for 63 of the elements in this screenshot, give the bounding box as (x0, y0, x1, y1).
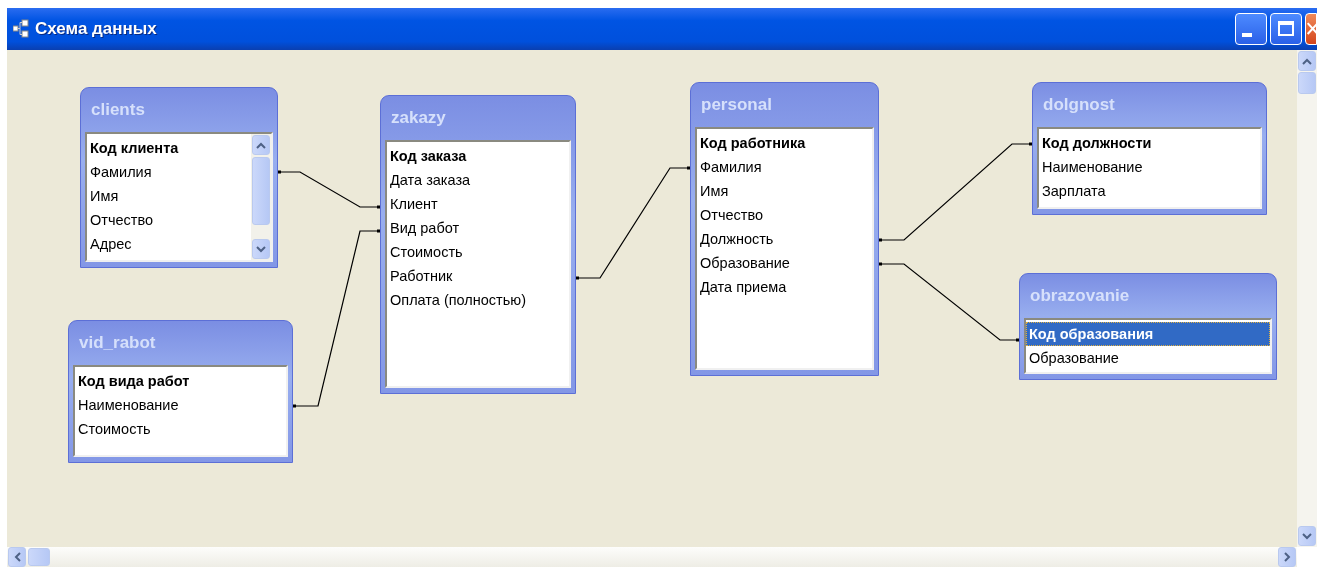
table-title: personal (700, 94, 773, 117)
field-item[interactable]: Код работника (697, 131, 872, 155)
field-item[interactable]: Вид работ (387, 216, 569, 240)
field-item[interactable]: Адрес (87, 232, 251, 256)
field-item[interactable]: Образование (697, 251, 872, 275)
field-item[interactable]: Должность (697, 227, 872, 251)
relationships-icon (13, 19, 29, 39)
relationship-line[interactable] (878, 262, 1020, 342)
relationship-line[interactable] (292, 229, 381, 408)
field-item[interactable]: Код должности (1039, 131, 1260, 155)
scroll-left-icon[interactable] (8, 547, 26, 567)
table-window[interactable]: obrazovanie Код образования Образование (1019, 273, 1277, 380)
field-item[interactable]: Дата приема (697, 275, 872, 299)
maximize-button[interactable] (1270, 13, 1302, 45)
field-item[interactable]: Работник (387, 264, 569, 288)
horizontal-scrollbar[interactable] (7, 547, 1297, 567)
table-title: vid_rabot (78, 332, 157, 355)
field-item[interactable]: Дата заказа (387, 168, 569, 192)
field-item[interactable]: Наименование (1039, 155, 1260, 179)
field-item[interactable]: Отчество (87, 208, 251, 232)
field-item[interactable]: Зарплата (1039, 179, 1260, 203)
close-button[interactable] (1305, 13, 1317, 45)
scroll-down-icon[interactable] (252, 239, 270, 259)
field-item[interactable]: Код заказа (387, 144, 569, 168)
table-window[interactable]: zakazy Код заказа Дата заказа Клиент Вид работ Стоимость Работник Оплата (полностью) (380, 95, 576, 394)
field-item[interactable]: Имя (697, 179, 872, 203)
relationship-line[interactable] (277, 170, 381, 209)
scroll-right-icon[interactable] (1278, 547, 1296, 567)
minimize-icon (1242, 33, 1252, 37)
scroll-thumb[interactable] (252, 157, 270, 225)
field-item[interactable]: Код клиента (87, 136, 251, 160)
list-scrollbar[interactable] (251, 134, 271, 260)
table-window[interactable]: vid_rabot Код вида работ Наименование Стоимость (68, 320, 293, 463)
scroll-down-icon[interactable] (1298, 526, 1316, 546)
field-item[interactable]: Отчество (697, 203, 872, 227)
field-item[interactable]: Код вида работ (75, 369, 286, 393)
vertical-scrollbar[interactable] (1297, 50, 1317, 547)
scroll-up-icon[interactable] (1298, 51, 1316, 71)
table-window[interactable]: clients Код клиента Фамилия Имя Отчество Адрес (80, 87, 278, 268)
scroll-up-icon[interactable] (252, 135, 270, 155)
field-item[interactable]: Фамилия (697, 155, 872, 179)
relationship-line[interactable] (878, 142, 1033, 242)
field-item[interactable]: Код образования (1026, 322, 1270, 346)
field-item[interactable]: Имя (87, 184, 251, 208)
table-title: zakazy (390, 107, 447, 130)
window-title: Схема данных (35, 18, 157, 41)
field-item[interactable]: Фамилия (87, 160, 251, 184)
field-item[interactable]: Оплата (полностью) (387, 288, 569, 312)
table-title: dolgnost (1042, 94, 1116, 117)
minimize-button[interactable] (1235, 13, 1267, 45)
field-item[interactable]: Стоимость (75, 417, 286, 441)
field-item[interactable]: Образование (1026, 346, 1270, 370)
scroll-thumb[interactable] (1298, 72, 1316, 94)
field-item[interactable]: Наименование (75, 393, 286, 417)
relationship-line[interactable] (575, 166, 691, 280)
table-title: obrazovanie (1029, 285, 1131, 308)
field-item[interactable]: Клиент (387, 192, 569, 216)
table-title: clients (90, 99, 146, 122)
table-window[interactable]: dolgnost Код должности Наименование Зарплата (1032, 82, 1267, 215)
table-window[interactable]: personal Код работника Фамилия Имя Отчество Должность Образование Дата приема (690, 82, 879, 376)
scroll-thumb[interactable] (28, 548, 50, 566)
field-item[interactable]: Стоимость (387, 240, 569, 264)
maximize-icon (1276, 19, 1296, 39)
